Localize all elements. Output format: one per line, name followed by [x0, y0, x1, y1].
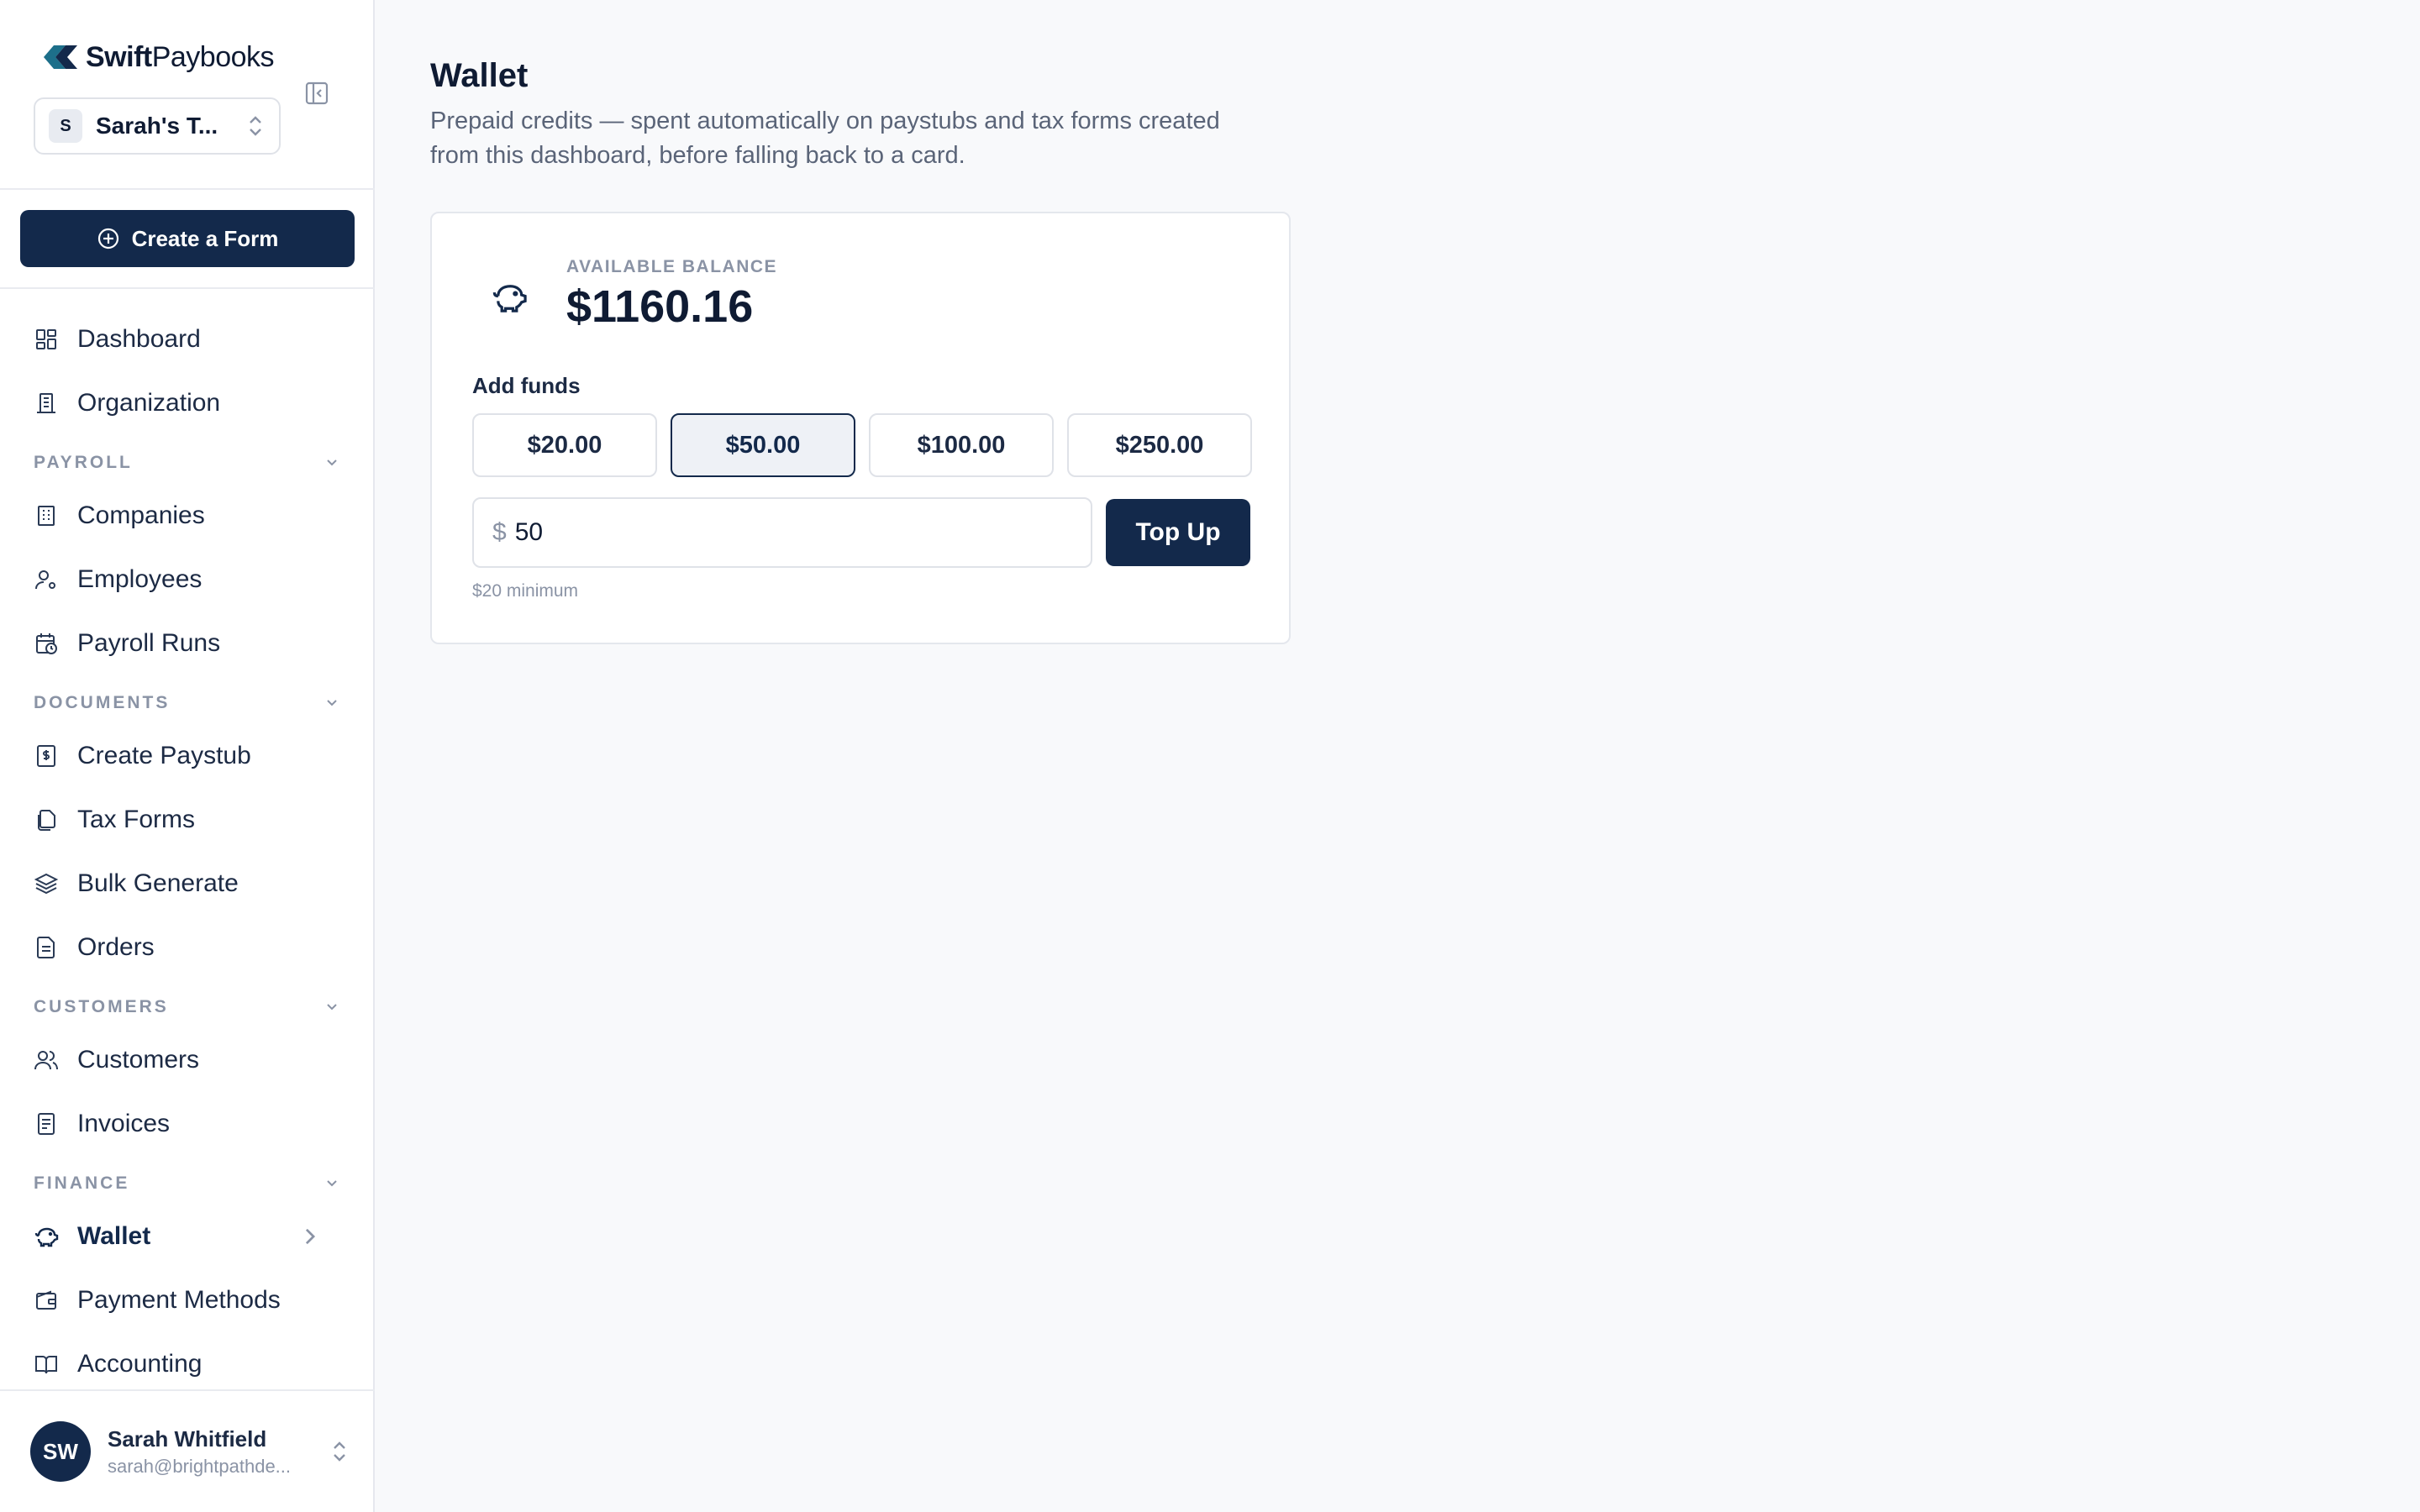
currency-symbol: $ — [492, 518, 507, 546]
nav-label: Create Paystub — [77, 742, 251, 769]
top-up-button[interactable]: Top Up — [1106, 499, 1250, 566]
nav-label: Companies — [77, 501, 205, 529]
section-label: PAYROLL — [34, 453, 133, 472]
building-icon — [37, 393, 55, 413]
amount-input[interactable]: $ 50 — [472, 497, 1092, 568]
nav-label: Payment Methods — [77, 1286, 281, 1314]
section-finance[interactable]: FINANCE — [34, 1171, 341, 1196]
section-label: CUSTOMERS — [34, 997, 169, 1016]
dashboard-icon — [36, 329, 56, 349]
nav-label: Organization — [77, 389, 221, 417]
create-form-button[interactable]: Create a Form — [20, 210, 355, 267]
nav-orders[interactable]: Orders — [34, 927, 341, 968]
org-name: Sarah's T... — [96, 113, 218, 139]
nav-organization[interactable]: Organization — [34, 383, 341, 423]
section-label: FINANCE — [34, 1173, 130, 1193]
nav-accounting[interactable]: Accounting — [34, 1344, 341, 1384]
nav-payroll-runs[interactable]: Payroll Runs — [34, 623, 341, 664]
nav-dashboard[interactable]: Dashboard — [34, 319, 341, 360]
office-building-icon — [38, 506, 55, 526]
piggy-bank-icon — [492, 285, 527, 312]
nav-label: Customers — [77, 1046, 200, 1074]
brand-mark-icon — [44, 45, 77, 69]
chevron-down-icon — [327, 1180, 337, 1187]
section-customers[interactable]: CUSTOMERS — [34, 995, 341, 1020]
nav-label: Accounting — [77, 1350, 203, 1378]
add-funds-label: Add funds — [472, 373, 581, 398]
nav-payment-methods[interactable]: Payment Methods — [34, 1280, 341, 1320]
nav-tax-forms[interactable]: Tax Forms — [34, 800, 341, 840]
wallet-icon — [36, 1290, 56, 1310]
chevron-down-icon — [327, 700, 337, 706]
chevron-up-down-icon — [250, 116, 261, 136]
users-icon — [34, 1051, 58, 1070]
org-badge: S — [49, 109, 82, 143]
nav-customers[interactable]: Customers — [34, 1040, 341, 1080]
nav-invoices[interactable]: Invoices — [34, 1104, 341, 1144]
nav-label: Bulk Generate — [77, 869, 239, 897]
amount-value: 50 — [514, 518, 544, 546]
piggy-bank-icon — [34, 1227, 59, 1247]
page-subtitle: Prepaid credits — spent automatically on… — [430, 108, 1220, 169]
brand-name: SwiftPaybooks — [86, 40, 275, 73]
wallet-card: AVAILABLE BALANCE $1160.16 Add funds $20… — [430, 212, 1291, 644]
preset-50-button[interactable]: $50.00 — [671, 413, 855, 477]
chevron-right-icon — [305, 1228, 316, 1245]
nav-companies[interactable]: Companies — [34, 496, 341, 536]
plus-circle-icon — [97, 228, 118, 249]
calendar-clock-icon — [36, 633, 57, 654]
user-info: Sarah Whitfield sarah@brightpathde... — [108, 1426, 319, 1478]
organization-select[interactable]: S Sarah's T... — [34, 97, 281, 155]
preset-20-button[interactable]: $20.00 — [472, 413, 657, 477]
book-open-icon — [35, 1356, 57, 1374]
preset-100-button[interactable]: $100.00 — [869, 413, 1054, 477]
divider — [0, 1389, 375, 1391]
balance-label: AVAILABLE BALANCE — [566, 257, 778, 276]
user-email: sarah@brightpathde... — [108, 1455, 292, 1477]
invoice-icon — [38, 1113, 55, 1135]
nav-label: Dashboard — [77, 325, 201, 353]
avatar: SW — [30, 1421, 91, 1482]
section-documents[interactable]: DOCUMENTS — [34, 690, 341, 716]
brand-logo[interactable]: SwiftPaybooks — [40, 40, 275, 74]
chevron-down-icon — [327, 459, 337, 466]
nav-label: Orders — [77, 933, 155, 961]
nav-bulk-generate[interactable]: Bulk Generate — [34, 864, 341, 904]
nav-label: Payroll Runs — [77, 629, 221, 657]
preset-amounts: $20.00 $50.00 $100.00 $250.00 — [472, 413, 1252, 477]
nav-label: Wallet — [77, 1222, 151, 1250]
user-cog-icon — [35, 570, 55, 590]
nav-label: Employees — [77, 565, 203, 593]
files-icon — [38, 810, 55, 831]
receipt-dollar-icon — [37, 745, 55, 767]
nav-label: Invoices — [77, 1110, 171, 1137]
user-name: Sarah Whitfield — [108, 1425, 267, 1452]
document-icon — [37, 937, 55, 958]
balance-value: $1160.16 — [566, 281, 754, 332]
nav-create-paystub[interactable]: Create Paystub — [34, 736, 341, 776]
nav-employees[interactable]: Employees — [34, 559, 341, 600]
section-payroll[interactable]: PAYROLL — [34, 450, 341, 475]
preset-250-button[interactable]: $250.00 — [1067, 413, 1252, 477]
section-label: DOCUMENTS — [34, 693, 171, 712]
sidebar: SwiftPaybooks S Sarah's T... Create a Fo… — [0, 0, 375, 1512]
nav-label: Tax Forms — [77, 806, 196, 833]
divider — [0, 287, 375, 289]
minimum-note: $20 minimum — [472, 581, 579, 601]
main-content: Wallet Prepaid credits — spent automatic… — [376, 0, 2420, 1512]
chevron-up-down-icon — [334, 1441, 345, 1462]
user-menu[interactable]: SW Sarah Whitfield sarah@brightpathde... — [30, 1420, 350, 1483]
create-form-label: Create a Form — [131, 225, 279, 251]
page-title: Wallet — [430, 57, 529, 94]
nav-wallet[interactable]: Wallet — [34, 1216, 341, 1257]
collapse-sidebar-icon[interactable] — [304, 81, 329, 106]
chevron-down-icon — [327, 1004, 337, 1011]
layers-icon — [34, 873, 59, 895]
divider — [0, 188, 375, 190]
